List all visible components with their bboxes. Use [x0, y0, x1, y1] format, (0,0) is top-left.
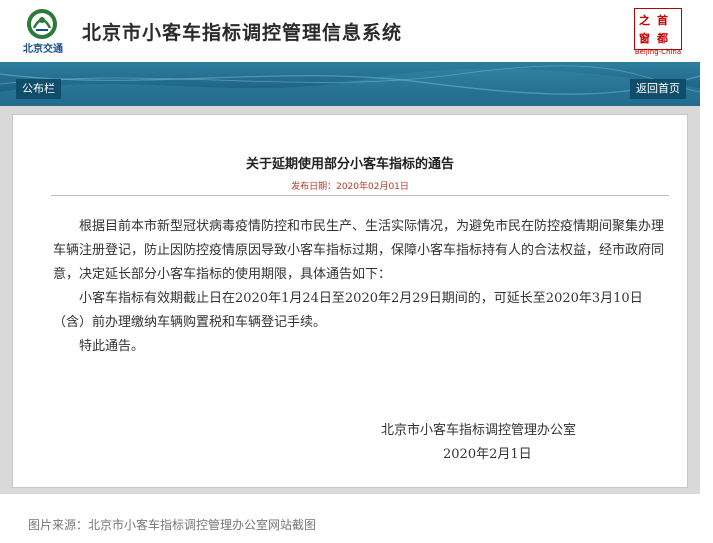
notice-paragraph: 特此通告。: [79, 339, 145, 354]
notice-body: 根据目前本市新型冠状病毒疫情防控和市民生产、生活实际情况，为避免市民在防控疫情期…: [53, 215, 673, 359]
notice-paragraph: 小客车指标有效期截止日在2020年1月24日至2020年2月29日期间的，可延长…: [53, 291, 643, 330]
badge-char: 之: [639, 14, 650, 27]
main-content: 关于延期使用部分小客车指标的通告 发布日期：2020年02月01日 根据目前本市…: [0, 106, 700, 494]
badge-char: 首: [657, 14, 668, 27]
badge-caption: Beijing-China: [634, 48, 682, 56]
back-to-home-link[interactable]: 返回首页: [630, 79, 686, 99]
badge-char: 都: [657, 32, 668, 45]
notice-paragraph: 根据目前本市新型冠状病毒疫情防控和市民生产、生活实际情况，为避免市民在防控疫情期…: [53, 219, 665, 282]
site-title: 北京市小客车指标调控管理信息系统: [82, 22, 403, 44]
notice-title: 关于延期使用部分小客车指标的通告: [245, 157, 454, 172]
site-header: 北京交通 北京市小客车指标调控管理信息系统 之 首 窗 都 Beijing-Ch…: [0, 0, 700, 62]
nav-bar: [0, 62, 700, 106]
bulletin-board-link[interactable]: 公布栏: [16, 79, 61, 99]
badge-char: 窗: [639, 32, 650, 45]
signature-organization: 北京市小客车指标调控管理办公室: [381, 423, 577, 438]
capital-badge: 之 首 窗 都: [634, 8, 682, 50]
nav-wave-decoration-icon: [0, 65, 700, 106]
notice-card: 关于延期使用部分小客车指标的通告 发布日期：2020年02月01日 根据目前本市…: [12, 114, 688, 488]
image-caption: 图片来源：北京市小客车指标调控管理办公室网站截图: [28, 518, 317, 532]
signature-date: 2020年2月1日: [443, 447, 532, 462]
logo-text: 北京交通: [23, 44, 63, 55]
divider: [51, 195, 669, 196]
publish-date: 发布日期：2020年02月01日: [291, 182, 409, 192]
